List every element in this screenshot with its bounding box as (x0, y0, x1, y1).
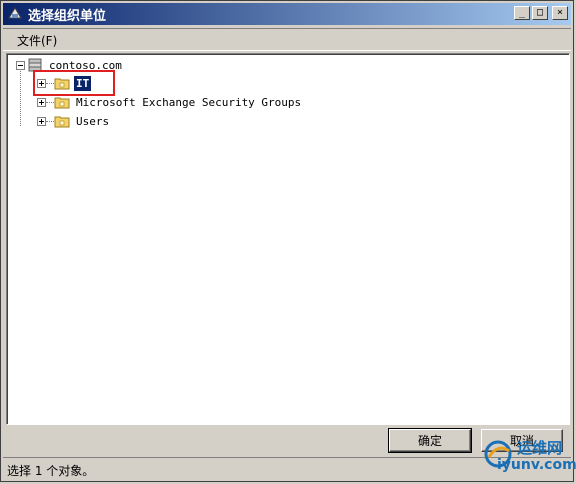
minimize-button[interactable]: _ (514, 6, 530, 20)
ok-button[interactable]: 确定 (388, 428, 472, 453)
cancel-button[interactable]: 取消 (481, 429, 563, 452)
menu-file[interactable]: 文件(F) (17, 32, 57, 49)
menu-bar: 文件(F) (3, 28, 571, 51)
annotation-highlight-box (33, 70, 115, 96)
folder-icon (54, 97, 70, 108)
close-button[interactable]: × (552, 6, 568, 20)
ou-tree[interactable]: contoso.com IT Microsoft Exchange Securi… (6, 53, 570, 425)
status-bar: 选择 1 个对象。 (3, 457, 571, 480)
tree-connector-line (20, 68, 21, 126)
folder-icon (54, 116, 70, 127)
window-controls: _ □ × (514, 6, 568, 20)
expand-icon[interactable] (37, 116, 46, 126)
tree-node-label: Users (76, 114, 110, 128)
expand-icon[interactable] (37, 97, 46, 107)
status-text: 选择 1 个对象。 (7, 464, 95, 478)
dialog-window: 选择组织单位 _ □ × 文件(F) contoso.com IT Micros… (0, 0, 576, 482)
title-bar[interactable]: 选择组织单位 _ □ × (3, 3, 571, 25)
domain-icon (8, 7, 22, 19)
window-title: 选择组织单位 (28, 8, 107, 24)
collapse-icon[interactable] (16, 60, 25, 70)
tree-node-users[interactable]: Users (37, 112, 111, 130)
maximize-button[interactable]: □ (532, 6, 548, 20)
tree-node-label: Microsoft Exchange Security Groups (76, 95, 302, 109)
